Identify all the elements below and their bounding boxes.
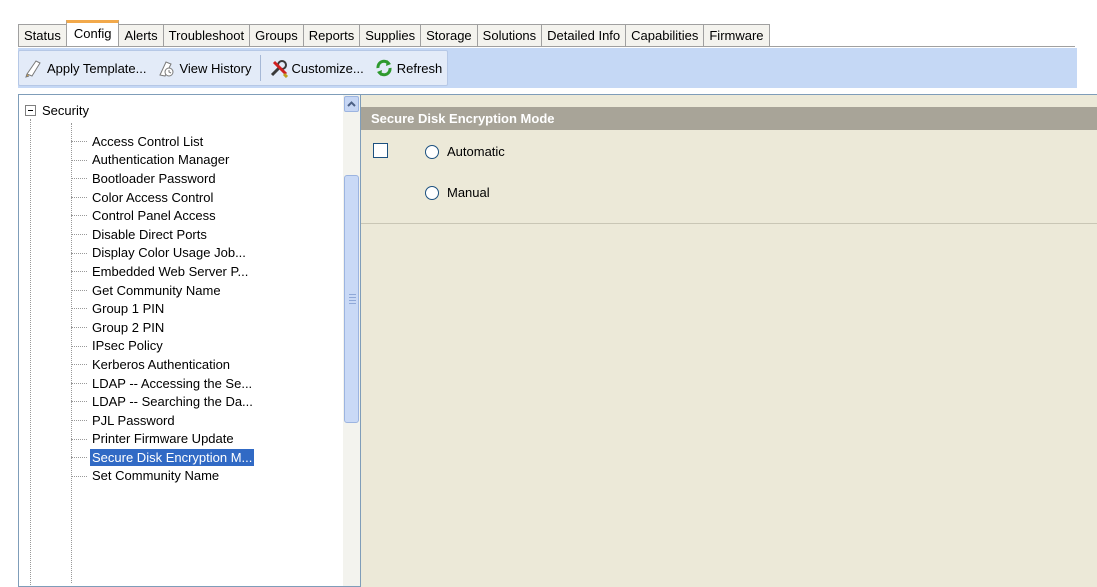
panel-title: Secure Disk Encryption Mode <box>361 107 1097 130</box>
tree-node-security[interactable]: Security <box>25 102 89 118</box>
tree-item-label: Set Community Name <box>92 468 220 484</box>
tab-capabilities[interactable]: Capabilities <box>625 24 704 46</box>
tree-item[interactable]: Access Control List <box>71 132 255 151</box>
tab-alerts[interactable]: Alerts <box>119 24 163 46</box>
tree-item-label: Group 1 PIN <box>92 301 165 317</box>
refresh-icon <box>376 59 392 77</box>
tree-item-label: Kerberos Authentication <box>92 356 231 372</box>
apply-template-button[interactable]: Apply Template... <box>19 51 151 85</box>
scroll-up-button[interactable] <box>344 96 359 112</box>
toolbar-group: Apply Template... View History Customize… <box>18 50 449 86</box>
tree-item-label: Display Color Usage Job... <box>92 245 246 261</box>
tree-item[interactable]: Kerberos Authentication <box>71 355 255 374</box>
tab-supplies[interactable]: Supplies <box>359 24 421 46</box>
panel-divider <box>361 223 1097 224</box>
customize-label: Customize... <box>291 60 364 76</box>
tab-status[interactable]: Status <box>18 24 66 46</box>
tree-item-label: Control Panel Access <box>92 208 216 224</box>
tree-item[interactable]: Printer Firmware Update <box>71 430 255 449</box>
manual-radio[interactable] <box>425 185 439 200</box>
tree-item-label: LDAP -- Searching the Da... <box>92 394 253 410</box>
settings-tree: Security Access Control List Authenticati… <box>18 94 361 587</box>
tree-item[interactable]: Disable Direct Ports <box>71 225 255 244</box>
tree-item[interactable]: PJL Password <box>71 411 255 430</box>
view-history-label: View History <box>179 60 252 76</box>
tab-detailed-info[interactable]: Detailed Info <box>541 24 626 46</box>
grip-icon <box>349 294 356 304</box>
tree-item[interactable]: Bootloader Password <box>71 169 255 188</box>
tab-strip: Status Config Alerts Troubleshoot Groups Repo… <box>0 0 1097 48</box>
tree-content: Security Access Control List Authenticati… <box>19 95 343 586</box>
tree-item-label: Printer Firmware Update <box>92 431 234 447</box>
toolbar: Apply Template... View History Customize… <box>18 48 1077 88</box>
tree-item[interactable]: IPsec Policy <box>71 337 255 356</box>
tree-item-label: Embedded Web Server P... <box>92 263 249 279</box>
tree-item-label: Color Access Control <box>92 189 214 205</box>
automatic-label: Automatic <box>447 144 505 159</box>
tree-item-label: LDAP -- Accessing the Se... <box>92 375 253 391</box>
tree-item-label: Get Community Name <box>92 282 221 298</box>
enable-checkbox[interactable] <box>373 143 388 158</box>
settings-panel: Secure Disk Encryption Mode Automatic Ma… <box>361 94 1097 587</box>
collapse-icon[interactable] <box>25 104 36 116</box>
chevron-up-icon <box>347 101 356 107</box>
tree-connector <box>30 119 31 586</box>
tree-item-label: Group 2 PIN <box>92 319 165 335</box>
history-icon <box>159 61 174 77</box>
tree-item[interactable]: LDAP -- Searching the Da... <box>71 392 255 411</box>
tab-troubleshoot[interactable]: Troubleshoot <box>162 24 250 46</box>
toolbar-separator <box>259 55 261 81</box>
tree-item[interactable]: Embedded Web Server P... <box>71 262 255 281</box>
tree-item-label: Access Control List <box>92 133 204 149</box>
tree-item-label: Bootloader Password <box>92 170 216 186</box>
manual-option[interactable]: Manual <box>425 185 490 200</box>
refresh-button[interactable]: Refresh <box>369 51 448 85</box>
tree-scrollbar[interactable] <box>343 95 360 586</box>
tree-item[interactable]: LDAP -- Accessing the Se... <box>71 374 255 393</box>
tree-item[interactable]: Get Community Name <box>71 281 255 300</box>
automatic-option[interactable]: Automatic <box>425 144 505 159</box>
tab-groups[interactable]: Groups <box>249 24 303 46</box>
tree-item[interactable]: Group 2 PIN <box>71 318 255 337</box>
scroll-thumb[interactable] <box>344 175 359 423</box>
manual-label: Manual <box>447 185 490 200</box>
tab-firmware[interactable]: Firmware <box>703 24 770 46</box>
tree-item-label: IPsec Policy <box>92 338 163 354</box>
tree-item-label: Secure Disk Encryption M... <box>90 448 255 466</box>
tree-item[interactable]: Control Panel Access <box>71 206 255 225</box>
tab-list: Status Config Alerts Troubleshoot Groups Repo… <box>18 20 770 46</box>
tools-icon <box>270 60 288 78</box>
tree-item[interactable]: Authentication Manager <box>71 151 255 170</box>
tree-item-label: Authentication Manager <box>92 152 230 168</box>
tree-item-label: PJL Password <box>92 412 175 428</box>
automatic-radio[interactable] <box>425 144 439 159</box>
view-history-button[interactable]: View History <box>151 51 256 85</box>
tree-root-label: Security <box>42 102 89 118</box>
tab-config[interactable]: Config <box>65 20 120 46</box>
tree-item-label: Disable Direct Ports <box>92 226 207 242</box>
tree-item[interactable]: Group 1 PIN <box>71 299 255 318</box>
tree-children: Access Control List Authentication Manage… <box>71 132 255 485</box>
refresh-label: Refresh <box>396 60 443 76</box>
tab-divider <box>18 46 1075 47</box>
tree-item[interactable]: Display Color Usage Job... <box>71 244 255 263</box>
tree-item[interactable]: Secure Disk Encryption M... <box>71 448 255 467</box>
panel-body: Automatic Manual <box>361 130 1097 225</box>
customize-button[interactable]: Customize... <box>264 51 369 85</box>
tab-reports[interactable]: Reports <box>302 24 360 46</box>
tab-storage[interactable]: Storage <box>420 24 477 46</box>
tab-solutions[interactable]: Solutions <box>476 24 542 46</box>
apply-template-label: Apply Template... <box>47 60 147 76</box>
tree-item[interactable]: Set Community Name <box>71 467 255 486</box>
tree-item[interactable]: Color Access Control <box>71 188 255 207</box>
template-icon <box>25 60 41 78</box>
